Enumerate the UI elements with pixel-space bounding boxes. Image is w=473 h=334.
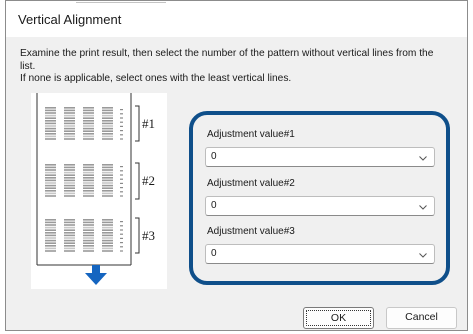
adjustment-select-2-value: 0 [211, 200, 217, 211]
title-bar[interactable]: Vertical Alignment [6, 1, 467, 37]
adjustment-select-3[interactable]: 0 [205, 244, 435, 264]
pattern-label-1: #1 [142, 116, 155, 131]
ok-button-label: OK [306, 310, 371, 326]
adjustment-select-1-value: 0 [211, 151, 217, 162]
chevron-down-icon [419, 205, 427, 210]
pattern-sheet-graphic: #1 #2 #3 [36, 93, 155, 285]
instruction-line-1: Examine the print result, then select th… [20, 48, 434, 59]
adjustment-label-1: Adjustment value#1 [207, 129, 295, 140]
adjustment-values-group: Adjustment value#1 0 Adjustment value#2 … [189, 111, 450, 285]
cropped-top-artifact [76, 1, 166, 4]
pattern-label-2: #2 [142, 173, 155, 188]
chevron-down-icon [419, 253, 427, 258]
adjustment-select-2[interactable]: 0 [205, 196, 435, 216]
feed-direction-arrow-icon [85, 265, 107, 285]
dialog-title: Vertical Alignment [18, 12, 122, 27]
adjustment-label-3: Adjustment value#3 [207, 226, 295, 237]
instruction-line-3: If none is applicable, select ones with … [20, 73, 292, 84]
adjustment-select-1[interactable]: 0 [205, 147, 435, 167]
adjustment-select-3-value: 0 [211, 248, 217, 259]
instruction-line-2: list. [20, 60, 36, 72]
cancel-button[interactable]: Cancel [386, 307, 457, 329]
chevron-down-icon [419, 156, 427, 161]
pattern-illustration: #1 #2 #3 [31, 93, 167, 289]
adjustment-label-2: Adjustment value#2 [207, 178, 295, 189]
instructions-text: Examine the print result, then select th… [20, 48, 460, 86]
ok-button[interactable]: OK [303, 307, 374, 329]
pattern-label-3: #3 [142, 228, 155, 243]
vertical-alignment-dialog: Vertical Alignment Examine the print res… [5, 0, 468, 331]
